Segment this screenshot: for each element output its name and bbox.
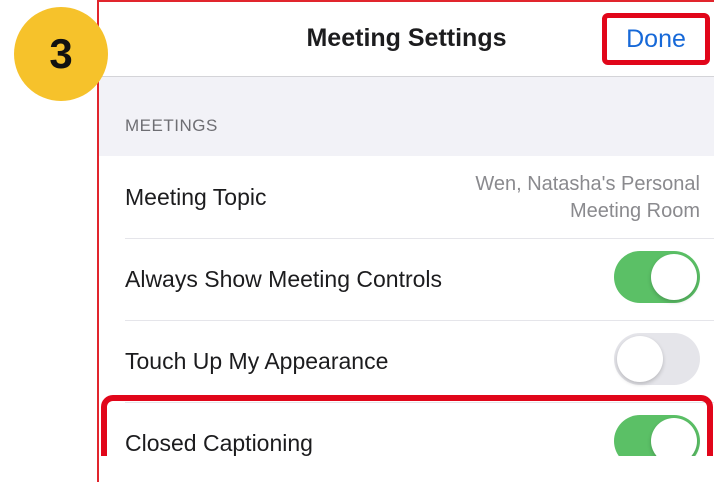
row-label: Closed Captioning bbox=[125, 429, 313, 456]
row-meeting-topic[interactable]: Meeting Topic Wen, Natasha's Personal Me… bbox=[99, 156, 714, 238]
step-number-badge: 3 bbox=[14, 7, 108, 101]
meeting-topic-value-line2: Meeting Room bbox=[569, 200, 700, 222]
done-button[interactable]: Done bbox=[602, 13, 710, 65]
row-label: Always Show Meeting Controls bbox=[125, 265, 443, 292]
row-always-show-meeting-controls: Always Show Meeting Controls bbox=[99, 238, 714, 320]
nav-bar: Meeting Settings Done bbox=[99, 2, 714, 77]
toggle-knob bbox=[617, 336, 663, 382]
touch-up-appearance-toggle[interactable] bbox=[614, 333, 700, 385]
panel-left-rule bbox=[97, 456, 99, 482]
meeting-topic-value-line1: Wen, Natasha's Personal bbox=[475, 173, 700, 195]
row-label: Meeting Topic bbox=[125, 183, 267, 210]
row-touch-up-my-appearance: Touch Up My Appearance bbox=[99, 320, 714, 402]
row-label: Touch Up My Appearance bbox=[125, 347, 389, 374]
settings-list: Meeting Topic Wen, Natasha's Personal Me… bbox=[99, 156, 714, 456]
meeting-topic-value: Wen, Natasha's Personal Meeting Room bbox=[410, 171, 700, 225]
row-closed-captioning: Closed Captioning bbox=[99, 402, 714, 456]
toggle-knob bbox=[651, 418, 697, 456]
section-header-meetings: MEETINGS bbox=[125, 116, 218, 135]
toggle-knob bbox=[651, 254, 697, 300]
closed-captioning-toggle[interactable] bbox=[614, 415, 700, 456]
always-show-controls-toggle[interactable] bbox=[614, 251, 700, 303]
meeting-settings-panel: Meeting Settings Done MEETINGS Meeting T… bbox=[97, 0, 714, 456]
